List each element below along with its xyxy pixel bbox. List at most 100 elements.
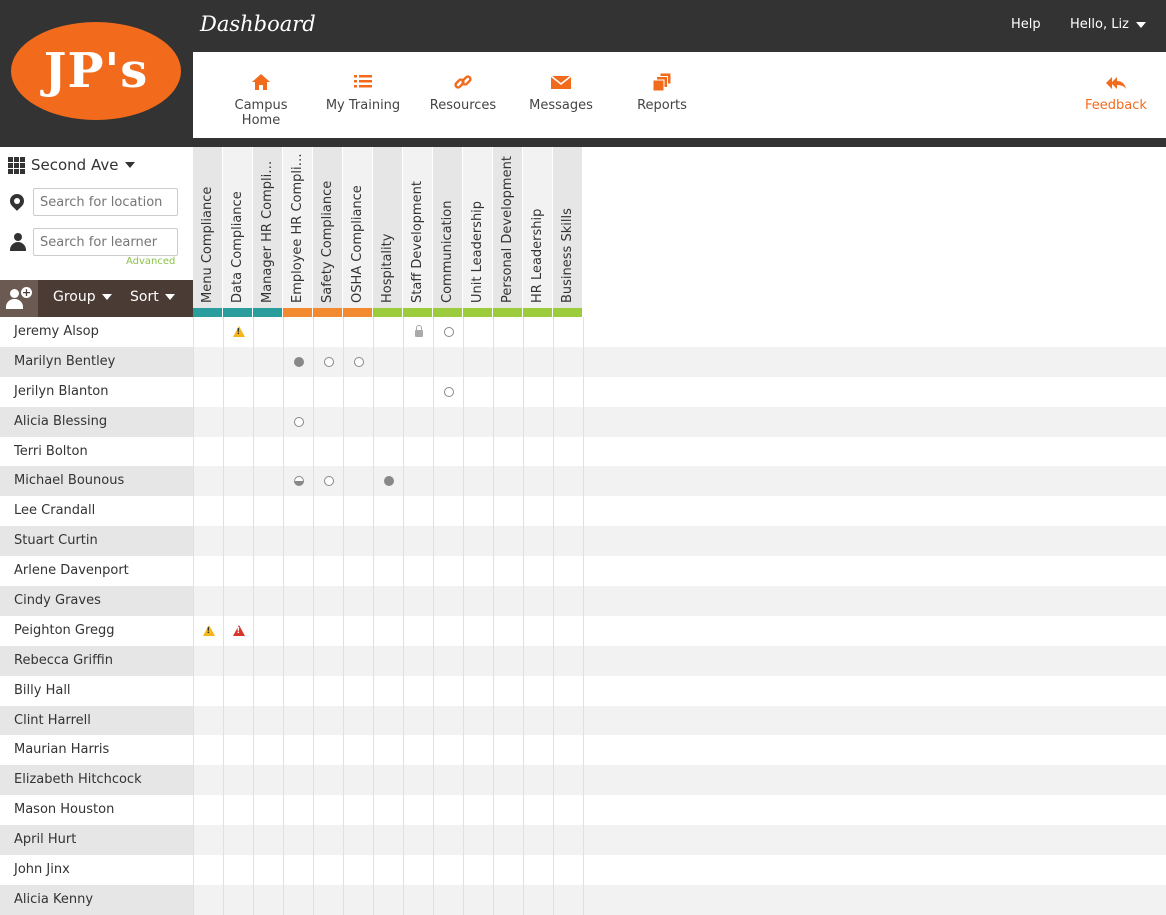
status-cell[interactable] <box>403 496 433 527</box>
status-cell[interactable] <box>463 317 493 347</box>
status-cell[interactable] <box>523 376 553 407</box>
status-cell[interactable] <box>433 586 463 616</box>
status-cell[interactable] <box>223 765 253 796</box>
status-cell[interactable] <box>223 466 253 497</box>
status-cell[interactable] <box>343 735 373 766</box>
status-cell[interactable] <box>253 825 283 856</box>
status-cell[interactable] <box>253 526 283 557</box>
status-cell[interactable] <box>463 795 493 826</box>
status-cell[interactable] <box>253 586 283 616</box>
status-cell[interactable] <box>223 526 253 557</box>
status-cell[interactable] <box>493 317 523 347</box>
learner-name[interactable]: Alicia Kenny <box>0 884 193 915</box>
status-cell[interactable] <box>403 884 433 915</box>
status-cell[interactable] <box>193 586 223 616</box>
nav-reports[interactable]: Reports <box>633 72 691 113</box>
status-cell[interactable] <box>523 705 553 736</box>
learner-name[interactable]: Elizabeth Hitchcock <box>0 765 193 796</box>
status-cell[interactable] <box>553 825 583 856</box>
learner-name[interactable]: Arlene Davenport <box>0 556 193 587</box>
status-cell[interactable] <box>493 645 523 676</box>
status-cell[interactable] <box>463 466 493 497</box>
status-cell[interactable] <box>553 884 583 915</box>
status-cell[interactable] <box>313 376 343 407</box>
status-cell[interactable] <box>433 615 463 646</box>
status-cell[interactable] <box>373 317 403 347</box>
status-cell[interactable] <box>523 735 553 766</box>
status-cell[interactable] <box>493 586 523 616</box>
sort-button[interactable]: Sort <box>130 289 175 305</box>
status-cell[interactable] <box>313 586 343 616</box>
column-header[interactable]: Personal Development <box>493 147 523 317</box>
status-cell[interactable] <box>223 795 253 826</box>
column-header[interactable]: HR Leadership <box>523 147 553 317</box>
status-cell[interactable] <box>343 406 373 437</box>
status-cell[interactable] <box>283 884 313 915</box>
status-cell[interactable] <box>523 586 553 616</box>
status-cell[interactable] <box>283 526 313 557</box>
status-cell[interactable] <box>343 765 373 796</box>
learner-name[interactable]: Rebecca Griffin <box>0 645 193 676</box>
status-cell[interactable] <box>343 825 373 856</box>
status-cell[interactable] <box>523 675 553 706</box>
status-cell[interactable] <box>553 765 583 796</box>
status-cell[interactable] <box>553 436 583 467</box>
status-cell[interactable] <box>553 795 583 826</box>
status-cell[interactable] <box>463 436 493 467</box>
status-cell[interactable] <box>193 556 223 587</box>
status-cell[interactable] <box>253 556 283 587</box>
status-cell[interactable] <box>373 436 403 467</box>
status-cell[interactable] <box>373 765 403 796</box>
status-cell[interactable] <box>313 436 343 467</box>
column-header[interactable]: Safety Compliance <box>313 147 343 317</box>
status-cell[interactable] <box>373 884 403 915</box>
status-cell[interactable] <box>553 556 583 587</box>
status-cell[interactable] <box>463 645 493 676</box>
status-cell[interactable] <box>193 376 223 407</box>
status-cell[interactable] <box>223 615 253 646</box>
status-cell[interactable] <box>313 705 343 736</box>
status-cell[interactable] <box>253 406 283 437</box>
status-cell[interactable] <box>553 406 583 437</box>
status-cell[interactable] <box>343 376 373 407</box>
group-button[interactable]: Group <box>53 289 112 305</box>
status-cell[interactable] <box>433 556 463 587</box>
status-cell[interactable] <box>523 436 553 467</box>
status-cell[interactable] <box>433 884 463 915</box>
status-cell[interactable] <box>433 466 463 497</box>
status-cell[interactable] <box>433 496 463 527</box>
learner-name[interactable]: Maurian Harris <box>0 735 193 766</box>
status-cell[interactable] <box>283 825 313 856</box>
status-cell[interactable] <box>313 466 343 497</box>
status-cell[interactable] <box>193 795 223 826</box>
status-cell[interactable] <box>373 705 403 736</box>
feedback-button[interactable]: Feedback <box>1083 72 1149 113</box>
status-cell[interactable] <box>193 496 223 527</box>
status-cell[interactable] <box>223 496 253 527</box>
status-cell[interactable] <box>433 346 463 377</box>
status-cell[interactable] <box>463 586 493 616</box>
status-cell[interactable] <box>343 317 373 347</box>
learner-name[interactable]: Jeremy Alsop <box>0 317 193 347</box>
status-cell[interactable] <box>193 825 223 856</box>
status-cell[interactable] <box>343 466 373 497</box>
status-cell[interactable] <box>253 855 283 885</box>
status-cell[interactable] <box>283 735 313 766</box>
column-header[interactable]: Manager HR Compliance <box>253 147 283 317</box>
column-header[interactable]: Hospitality <box>373 147 403 317</box>
column-header[interactable]: Business Skills <box>553 147 583 317</box>
status-cell[interactable] <box>253 466 283 497</box>
status-cell[interactable] <box>493 496 523 527</box>
nav-messages[interactable]: Messages <box>529 72 593 113</box>
status-cell[interactable] <box>193 317 223 347</box>
status-cell[interactable] <box>343 526 373 557</box>
learner-name[interactable]: Terri Bolton <box>0 436 193 467</box>
status-cell[interactable] <box>433 675 463 706</box>
status-cell[interactable] <box>493 735 523 766</box>
status-cell[interactable] <box>343 556 373 587</box>
status-cell[interactable] <box>343 645 373 676</box>
status-cell[interactable] <box>223 705 253 736</box>
column-header[interactable]: Data Compliance <box>223 147 253 317</box>
status-cell[interactable] <box>493 406 523 437</box>
status-cell[interactable] <box>403 735 433 766</box>
